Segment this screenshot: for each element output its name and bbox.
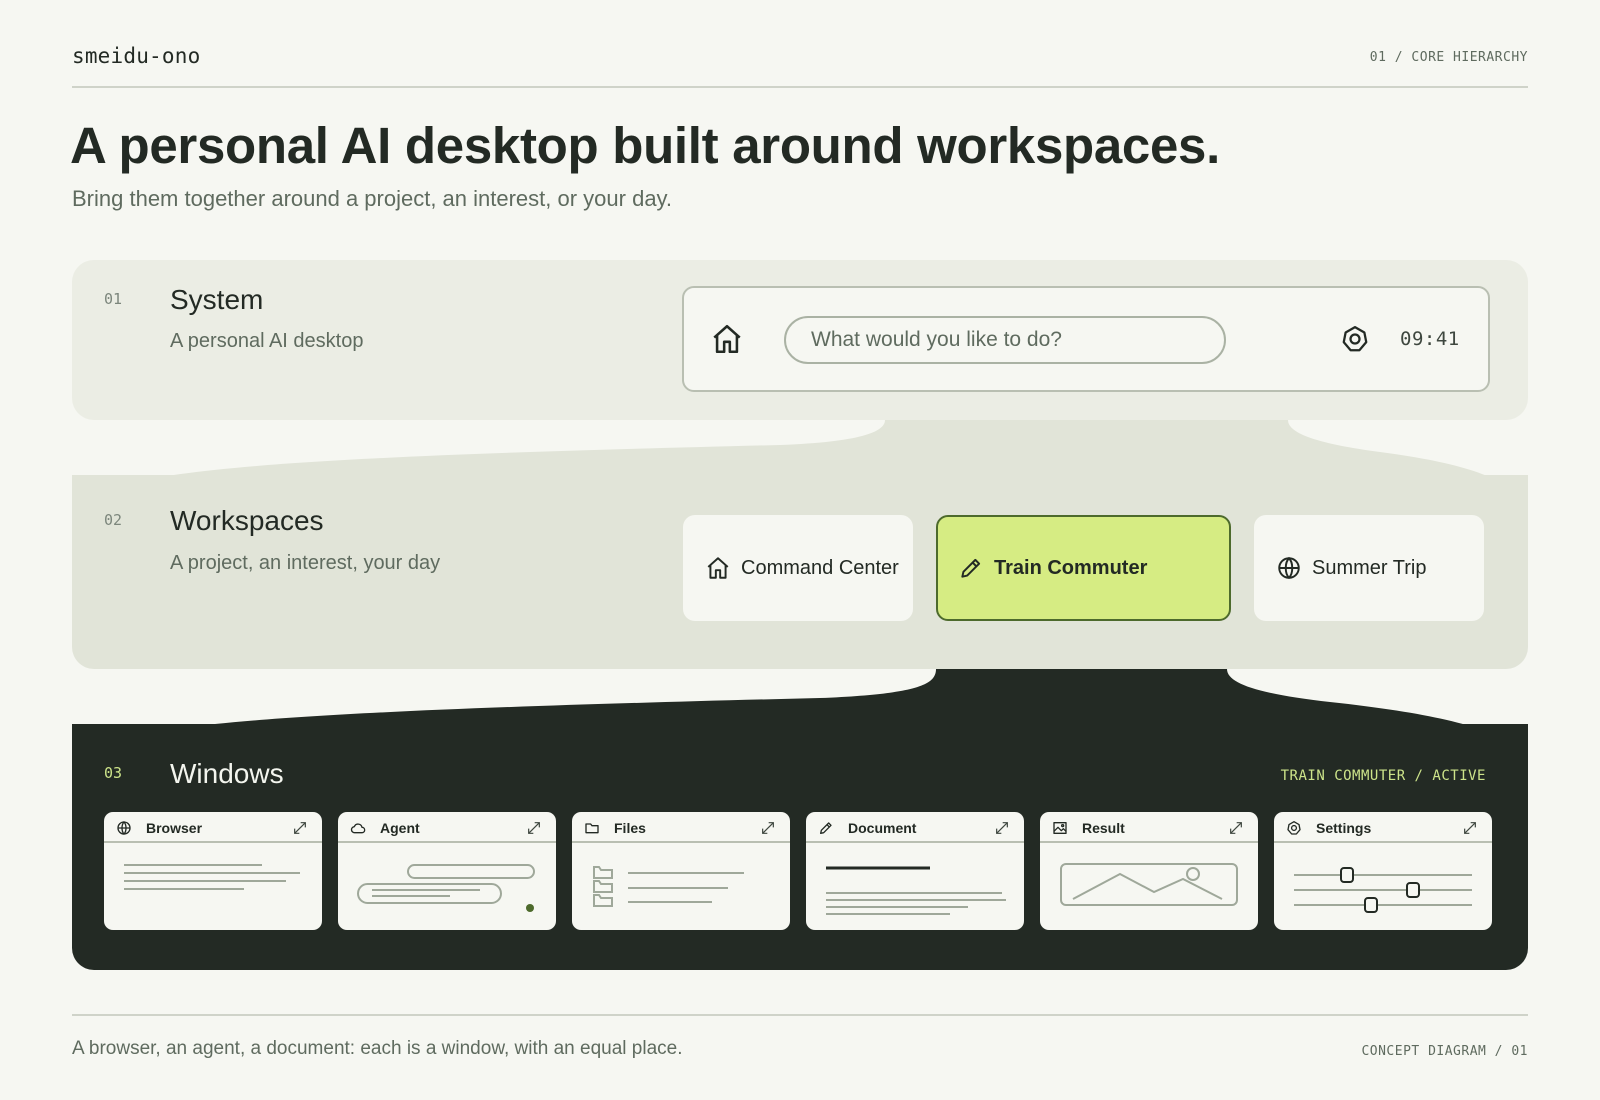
settings-gear-icon[interactable] [1340,324,1370,354]
footer-tag: CONCEPT DIAGRAM / 01 [1361,1044,1528,1059]
expand-icon[interactable] [526,820,542,836]
settings-preview [1294,867,1472,913]
window-files[interactable]: Files [572,812,790,930]
expand-icon[interactable] [994,820,1010,836]
window-header: Document [806,812,1024,843]
workspace-label: Summer Trip [1312,556,1427,579]
page-title: A personal AI desktop built around works… [70,117,1220,174]
windows-number: 03 [104,764,123,782]
folder-icon [585,823,599,834]
window-title: Document [848,820,917,836]
globe-icon [1278,556,1300,580]
clock: 09:41 [1400,328,1460,350]
window-header: Browser [104,812,322,843]
pencil-icon [961,558,981,578]
expand-icon[interactable] [292,820,308,836]
system-title: System [170,284,264,315]
page-subtitle: Bring them together around a project, an… [72,186,673,211]
window-title: Agent [380,820,420,836]
files-preview [593,866,744,907]
workspace-label: Train Commuter [994,556,1148,579]
window-header: Files [572,812,790,843]
browser-preview [124,864,300,890]
window-result[interactable]: Result [1040,812,1258,930]
window-settings[interactable]: Settings [1274,812,1492,930]
workspace-summer-trip[interactable]: Summer Trip [1254,515,1484,621]
footer-divider [72,1014,1528,1016]
header-divider [72,86,1528,88]
image-icon [1053,822,1067,834]
workspaces-band: 02 Workspaces A project, an interest, yo… [72,475,1528,669]
result-preview [1060,863,1238,906]
workspace-label: Command Center [741,556,899,579]
workspace-train-commuter[interactable]: Train Commuter [936,515,1231,621]
brand-wordmark: smeidu-ono [72,44,201,68]
expand-icon[interactable] [1228,820,1244,836]
workspaces-number: 02 [104,511,123,529]
window-title: Result [1082,820,1125,836]
system-bar: 09:41 [682,286,1490,392]
window-browser[interactable]: Browser [104,812,322,930]
system-subtitle: A personal AI desktop [170,330,364,352]
settings-gear-icon [1287,821,1301,835]
window-document[interactable]: Document [806,812,1024,930]
windows-title: Windows [170,758,284,789]
footer-caption: A browser, an agent, a document: each is… [72,1038,683,1059]
pencil-icon [820,822,832,834]
window-title: Settings [1316,820,1372,836]
window-header: Result [1040,812,1258,843]
home-icon [707,557,729,579]
windows-band: 03 Windows TRAIN COMMUTER / ACTIVE Brows… [72,724,1528,970]
window-header: Agent [338,812,556,843]
agent-preview [357,864,535,912]
command-search-input[interactable] [784,316,1226,364]
home-icon[interactable] [710,322,744,356]
cloud-icon [350,823,366,834]
expand-icon[interactable] [760,820,776,836]
document-preview [826,866,1006,915]
window-agent[interactable]: Agent [338,812,556,930]
workspace-command-center[interactable]: Command Center [683,515,913,621]
workspaces-title: Workspaces [170,505,324,536]
expand-icon[interactable] [1462,820,1478,836]
section-breadcrumb: 01 / CORE HIERARCHY [1369,50,1528,65]
window-title: Files [614,820,646,836]
active-workspace-status: TRAIN COMMUTER / ACTIVE [1280,768,1486,784]
window-header: Settings [1274,812,1492,843]
window-title: Browser [146,820,203,836]
system-number: 01 [104,290,123,308]
system-band: 01 System A personal AI desktop 09:41 [72,260,1528,420]
globe-icon [117,821,131,835]
workspaces-subtitle: A project, an interest, your day [170,552,441,574]
